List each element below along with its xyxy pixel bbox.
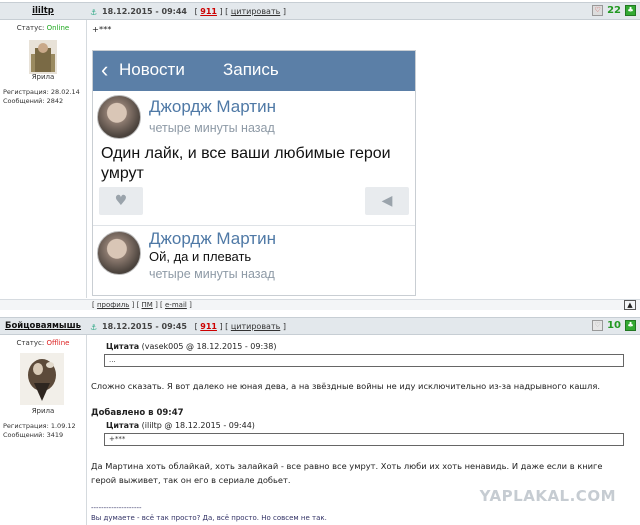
minus-icon[interactable]: ♡ <box>592 320 604 331</box>
vk-comment-text: Ой, да и плевать <box>149 249 252 264</box>
post-date: 18.12.2015 - 09:44 <box>102 7 187 16</box>
user-info: Регистрация: 1.09.12 Сообщений: 3419 <box>3 422 93 440</box>
post-header: Бойцоваямышь ⚓ 18.12.2015 - 09:45 [ 911 ]… <box>0 317 640 335</box>
msgs-label: Сообщений: <box>3 97 45 105</box>
reg-label: Регистрация: <box>3 88 49 96</box>
vk-post-text-line: Один лайк, и все ваши любимые герои <box>101 145 391 162</box>
post-text: Сложно сказать. Я вот далеко не юная дев… <box>91 381 600 391</box>
status-value: Offline <box>46 339 70 347</box>
status-label: Статус: <box>16 339 45 347</box>
user-rank: Ярила <box>31 73 55 81</box>
signature-separator: -------------------- <box>91 504 142 512</box>
vk-avatar <box>97 231 141 275</box>
reg-date: 28.02.14 <box>50 88 80 96</box>
post-meta: ⚓ 18.12.2015 - 09:44 [ 911 ] [ цитировать… <box>90 7 286 17</box>
quote-button[interactable]: цитировать <box>231 322 280 331</box>
scroll-up-icon[interactable]: ▲ <box>624 300 636 310</box>
pin-icon[interactable]: ⚓ <box>90 8 99 17</box>
post-header: ililtp ⚓ 18.12.2015 - 09:44 [ 911 ] [ цит… <box>0 2 640 20</box>
added-note: Добавлено в 09:47 <box>91 408 184 418</box>
site-watermark: YAPLAKAL.COM <box>479 487 616 505</box>
vk-author-name: Джордж Мартин <box>149 97 276 116</box>
user-rank: Ярила <box>31 407 55 415</box>
rating: ♡ 10 ♣ <box>592 320 636 331</box>
post-date: 18.12.2015 - 09:45 <box>102 322 187 331</box>
minus-icon[interactable]: ♡ <box>592 5 604 16</box>
user-avatar[interactable] <box>29 40 57 74</box>
chevron-left-icon: ‹ <box>101 57 109 82</box>
vk-author-name: Джордж Мартин <box>149 229 276 248</box>
vk-avatar <box>97 95 141 139</box>
msgs-count: 2842 <box>46 97 64 105</box>
post-number[interactable]: 911 <box>200 7 217 16</box>
quote-box: +*** <box>104 433 624 446</box>
quote-header: Цитата (ililtp @ 18.12.2015 - 09:44) <box>106 421 255 430</box>
post-number[interactable]: 911 <box>200 322 217 331</box>
vk-post-text: Один лайк, и все ваши любимые герои умру… <box>101 144 391 184</box>
post-links: [ профиль ] [ ПМ ] [ e-mail ] ▲ <box>0 299 640 310</box>
user-status: Статус: Offline <box>0 339 86 347</box>
email-link[interactable]: e-mail <box>165 301 187 309</box>
vk-screenshot: ‹ Новости Запись Джордж Мартин четыре ми… <box>92 50 416 296</box>
vk-back-label: Новости <box>119 60 185 79</box>
post-text: Да Мартина хоть облайкай, хоть залайкай … <box>91 459 603 487</box>
post-text: +*** <box>92 24 112 34</box>
pm-link[interactable]: ПМ <box>142 301 153 309</box>
post-author[interactable]: Бойцоваямышь <box>0 321 86 331</box>
reg-date: 1.09.12 <box>50 422 76 430</box>
post-meta: ⚓ 18.12.2015 - 09:45 [ 911 ] [ цитировать… <box>90 322 286 332</box>
msgs-count: 3419 <box>46 431 64 439</box>
rating-value: 22 <box>607 5 621 16</box>
vk-separator <box>93 225 415 226</box>
plus-icon[interactable]: ♣ <box>625 5 636 16</box>
pin-icon[interactable]: ⚓ <box>90 323 99 332</box>
quote-box: ... <box>104 354 624 367</box>
quote-source: (ililtp @ 18.12.2015 - 09:44) <box>141 421 255 430</box>
post-author[interactable]: ililtp <box>0 6 86 16</box>
vk-title: Запись <box>223 60 279 79</box>
rating-value: 10 <box>607 320 621 331</box>
quote-label: Цитата <box>106 421 140 430</box>
vk-post-time: четыре минуты назад <box>149 121 275 135</box>
vk-post-text-line: умрут <box>101 165 144 182</box>
quote-source: (vasek005 @ 18.12.2015 - 09:38) <box>141 342 277 351</box>
user-sidebar: Статус: Online Ярила Регистрация: 28.02.… <box>0 24 86 294</box>
rating: ♡ 22 ♣ <box>592 5 636 16</box>
status-label: Статус: <box>16 24 45 32</box>
quote-header: Цитата (vasek005 @ 18.12.2015 - 09:38) <box>106 342 276 351</box>
quote-label: Цитата <box>106 342 140 351</box>
reg-label: Регистрация: <box>3 422 49 430</box>
post-text-line: Да Мартина хоть облайкай, хоть залайкай … <box>91 461 603 471</box>
vk-navbar: ‹ Новости Запись <box>93 51 415 91</box>
column-divider <box>86 20 87 298</box>
status-value: Online <box>46 24 70 32</box>
heart-icon: ♥ <box>99 187 143 215</box>
profile-link[interactable]: профиль <box>97 301 129 309</box>
user-status: Статус: Online <box>0 24 86 32</box>
quote-button[interactable]: цитировать <box>231 7 280 16</box>
plus-icon[interactable]: ♣ <box>625 320 636 331</box>
vk-comment-time: четыре минуты назад <box>149 267 275 281</box>
user-avatar[interactable] <box>20 353 64 405</box>
signature: Вы думаете - всё так просто? Да, всё про… <box>91 514 327 522</box>
profile-links: [ профиль ] [ ПМ ] [ e-mail ] <box>92 301 192 309</box>
user-info: Регистрация: 28.02.14 Сообщений: 2842 <box>3 88 93 106</box>
megaphone-icon: ◀ <box>365 187 409 215</box>
user-sidebar: Статус: Offline Ярила Регистрация: 1.09.… <box>0 339 86 525</box>
post-text-line: герой выживет, так он его в сериале добь… <box>91 475 291 485</box>
msgs-label: Сообщений: <box>3 431 45 439</box>
